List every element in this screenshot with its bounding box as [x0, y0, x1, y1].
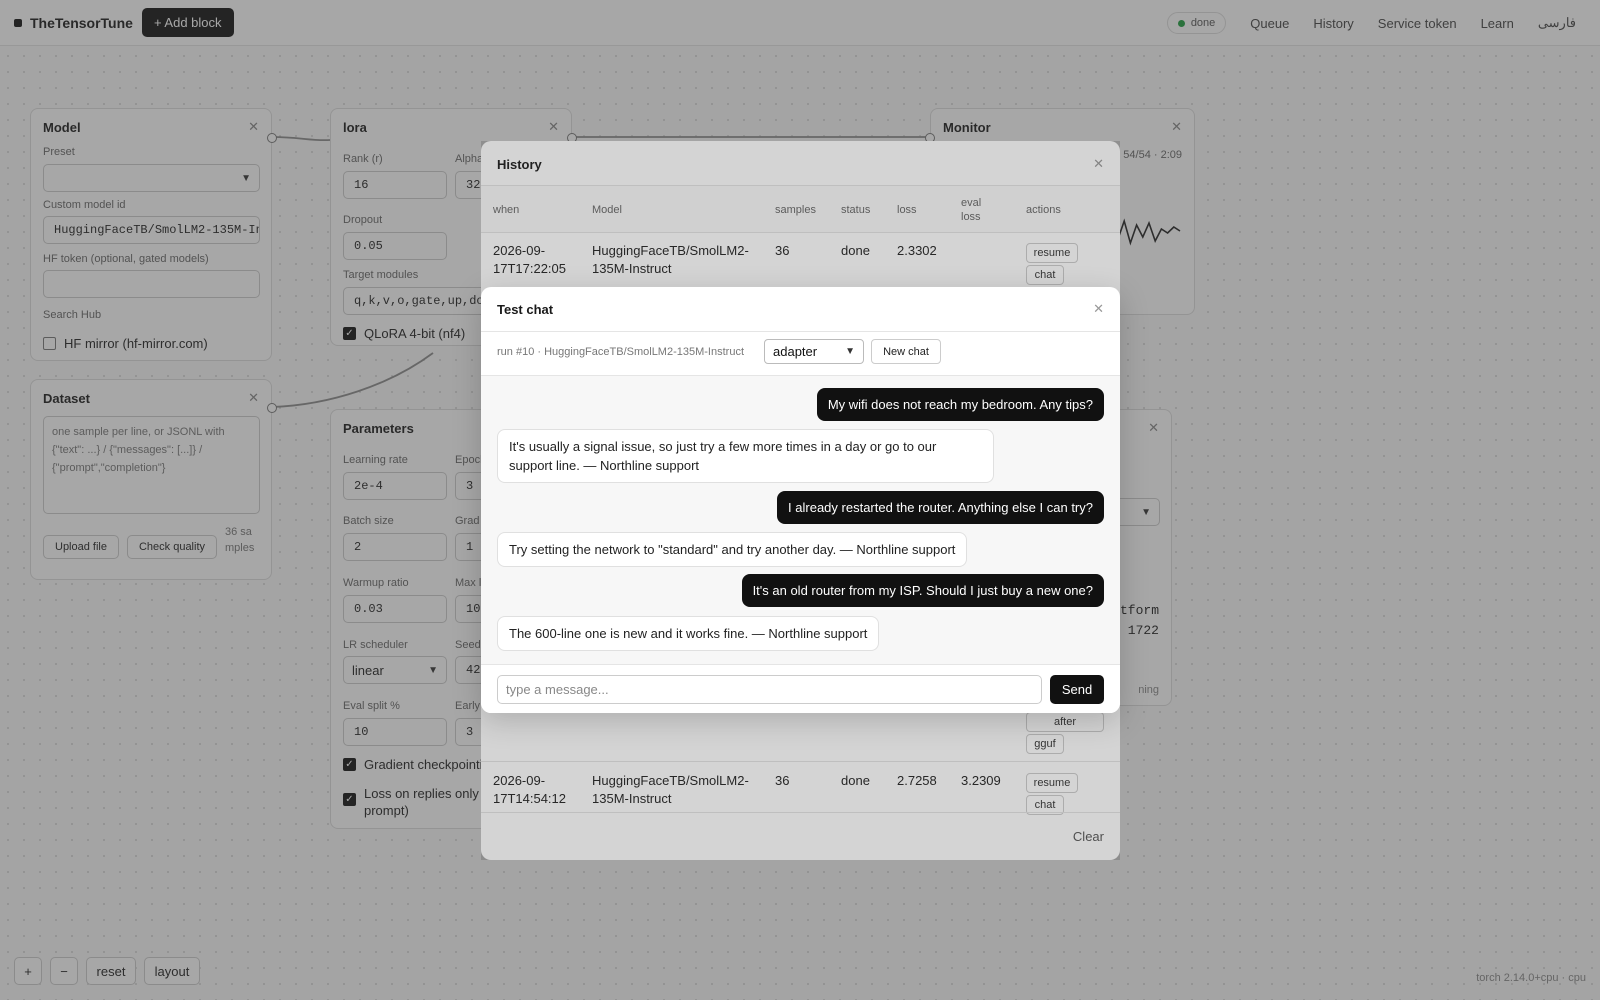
send-button[interactable]: Send [1050, 675, 1104, 704]
mode-value: adapter [773, 344, 818, 359]
chevron-down-icon: ▼ [845, 346, 855, 357]
new-chat-button[interactable]: New chat [871, 339, 941, 364]
user-message: It's an old router from my ISP. Should I… [741, 574, 1104, 607]
test-chat-modal: Test chat ✕ run #10 · HuggingFaceTB/Smol… [481, 287, 1120, 713]
user-message: I already restarted the router. Anything… [777, 491, 1104, 524]
message-list[interactable]: My wifi does not reach my bedroom. Any t… [481, 376, 1120, 664]
chat-toolbar: run #10 · HuggingFaceTB/SmolLM2-135M-Ins… [481, 331, 1120, 376]
close-icon[interactable]: ✕ [1093, 301, 1104, 317]
message-input[interactable]: type a message... [497, 675, 1042, 704]
mode-select[interactable]: adapter ▼ [764, 339, 864, 364]
assistant-message: Try setting the network to "standard" an… [497, 532, 968, 567]
chat-input-row: type a message... Send [481, 664, 1120, 713]
chat-title: Test chat [497, 302, 554, 317]
assistant-message: It's usually a signal issue, so just try… [497, 429, 994, 483]
run-info: run #10 · HuggingFaceTB/SmolLM2-135M-Ins… [497, 346, 744, 358]
user-message: My wifi does not reach my bedroom. Any t… [816, 388, 1104, 421]
assistant-message: The 600-line one is new and it works fin… [497, 616, 880, 651]
